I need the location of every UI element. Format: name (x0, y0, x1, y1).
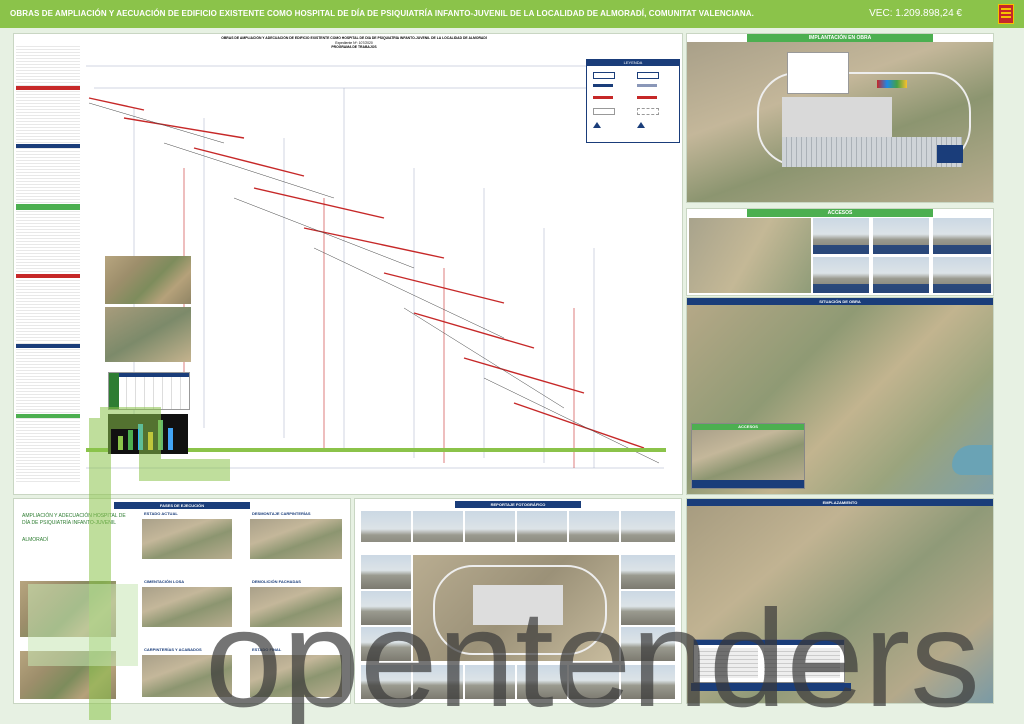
reportaje-photo-13 (361, 665, 411, 699)
bar-chart-image (108, 414, 188, 454)
reportaje-photo-3 (465, 511, 515, 551)
aerial-image-1 (105, 256, 191, 304)
reportaje-photo-8 (361, 591, 411, 625)
accesos-photo-4 (813, 257, 869, 293)
fases-panel: FASES DE EJECUCIÓN AMPLIACIÓN Y ADECUACI… (13, 498, 351, 704)
reportaje-photo-18 (621, 665, 675, 699)
info-table-image (108, 372, 190, 410)
accesos-title: ACCESOS (747, 209, 933, 217)
reportaje-photo-5 (569, 511, 619, 551)
emplazamiento-panel: EMPLAZAMIENTO (686, 498, 994, 704)
implantacion-title: IMPLANTACIÓN EN OBRA (747, 34, 933, 42)
situacion-panel: SITUACIÓN DE OBRA ACCESOS (686, 297, 994, 495)
reportaje-photo-11 (621, 591, 675, 625)
fase-label-1: ESTADO ACTUAL (144, 511, 178, 516)
accesos-photo-2 (873, 218, 929, 254)
reportaje-central-aerial (413, 555, 619, 661)
fases-side-image-2 (20, 651, 116, 699)
reportaje-title: REPORTAJE FOTOGRÁFICO (455, 501, 581, 508)
accesos-photo-3 (933, 218, 991, 254)
aerial-image-2 (105, 307, 191, 362)
reportaje-photo-9 (361, 627, 411, 661)
reportaje-photo-4 (517, 511, 567, 551)
fases-side-image-1 (20, 581, 116, 637)
fase-image-4 (250, 587, 342, 627)
gantt-title: OBRAS DE AMPLIACIÓN Y ADECUACIÓN DE EDIF… (221, 36, 487, 40)
reportaje-photo-17 (569, 665, 619, 699)
gantt-task-table (16, 44, 80, 484)
price-value: VEC: 1.209.898,24 € (869, 8, 962, 19)
coat-of-arms-icon (998, 4, 1014, 24)
implantacion-aerial (687, 42, 993, 202)
fases-title: FASES DE EJECUCIÓN (114, 502, 250, 509)
reportaje-photo-1 (361, 511, 411, 551)
gantt-panel: OBRAS DE AMPLIACIÓN Y ADECUACIÓN DE EDIF… (13, 33, 683, 495)
emplazamiento-title: EMPLAZAMIENTO (687, 499, 993, 506)
accesos-map (689, 218, 811, 293)
reportaje-photo-2 (413, 511, 463, 551)
implantacion-panel: IMPLANTACIÓN EN OBRA (686, 33, 994, 203)
accesos-photo-1 (813, 218, 869, 254)
reportaje-photo-14 (413, 665, 463, 699)
fase-image-5 (142, 655, 232, 697)
accesos-photo-6 (933, 257, 991, 293)
fase-label-2: DESMONTAJE CARPINTERÍAS (252, 511, 311, 516)
fase-label-6: ESTADO FINAL (252, 647, 282, 652)
situacion-inset: ACCESOS (691, 423, 805, 489)
reportaje-photo-7 (361, 555, 411, 589)
situacion-title: SITUACIÓN DE OBRA (687, 298, 993, 305)
fase-image-3 (142, 587, 232, 627)
page-title: OBRAS DE AMPLIACIÓN Y AECUACIÓN DE EDIFI… (10, 9, 754, 18)
gantt-legend: LEYENDA (586, 59, 680, 143)
fase-label-5: CARPINTERÍAS Y ACABADOS (144, 647, 202, 652)
fases-town: ALMORADÍ (22, 537, 49, 543)
fase-image-2 (250, 519, 342, 559)
fase-image-1 (142, 519, 232, 559)
fase-label-4: DEMOLICIÓN FACHADAS (252, 579, 301, 584)
accesos-photo-5 (873, 257, 929, 293)
reportaje-photo-16 (517, 665, 567, 699)
fases-project-name: AMPLIACIÓN Y ADECUACIÓN HOSPITAL DE DÍA … (22, 513, 126, 526)
reportaje-photo-10 (621, 555, 675, 589)
reportaje-panel: REPORTAJE FOTOGRÁFICO (354, 498, 682, 704)
emplazamiento-footer-bar (691, 683, 851, 691)
reportaje-photo-12 (621, 627, 675, 661)
reportaje-photo-15 (465, 665, 515, 699)
header-band: OBRAS DE AMPLIACIÓN Y AECUACIÓN DE EDIFI… (0, 0, 1024, 28)
fase-image-6 (250, 655, 342, 697)
fase-label-3: CIMENTACIÓN LOSA (144, 579, 185, 584)
reportaje-photo-6 (621, 511, 675, 551)
legend-title: LEYENDA (587, 60, 679, 66)
accesos-panel: ACCESOS (686, 208, 994, 296)
emplazamiento-table (693, 639, 845, 683)
